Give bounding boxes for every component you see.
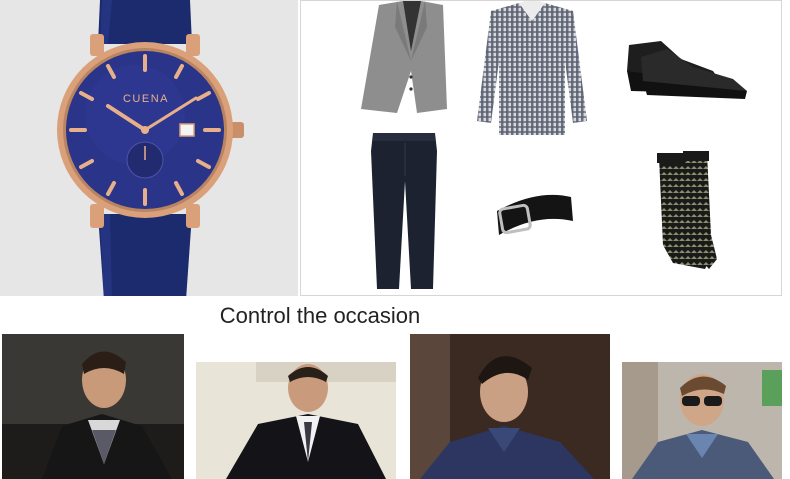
belt-item [497,194,573,235]
outfit-items-image [361,1,747,289]
watch-product-panel: CUENA [0,0,298,300]
outfit-items-panel [300,0,782,296]
wristwatch-image: CUENA [57,0,244,300]
blazer-item [361,1,447,113]
model-photo-sunglasses [622,362,782,479]
watch-strap-top [98,0,192,44]
model-photo-checked-shirt [410,334,610,479]
watch-strap-bottom [98,214,192,300]
section-caption: Control the occasion [219,303,421,328]
jeans-item [371,133,437,289]
model-photo-leather-jacket [2,334,184,479]
sunglasses [682,396,700,406]
socks-item [657,151,717,269]
checked-shirt-item [477,1,587,135]
model-photo-suit [196,362,396,479]
suede-shoes-item [627,41,747,99]
date-window [179,123,195,137]
watch-brand: CUENA [123,93,169,105]
